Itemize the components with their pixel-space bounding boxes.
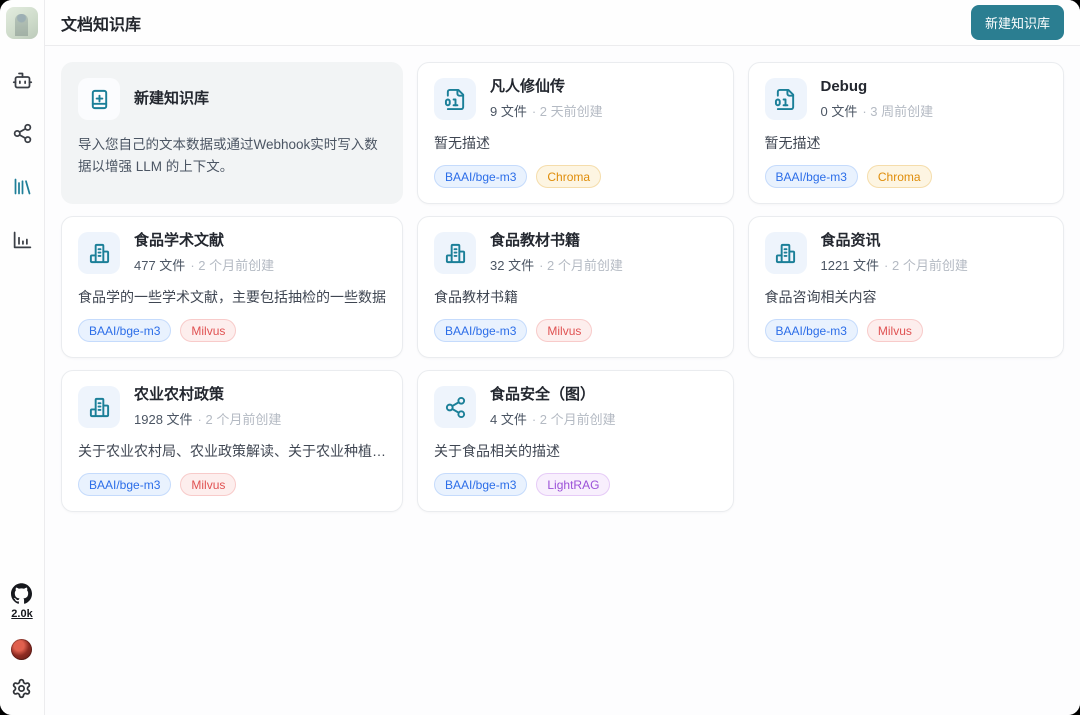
kb-tags: BAAI/bge-m3 Milvus bbox=[78, 473, 386, 496]
kb-created-at: · 2 个月前创建 bbox=[884, 258, 968, 273]
kb-tag: Chroma bbox=[536, 165, 601, 188]
kb-meta: 32 文件 · 2 个月前创建 bbox=[490, 255, 623, 274]
kb-description: 关于食品相关的描述 bbox=[434, 441, 717, 461]
create-card-description: 导入您自己的文本数据或通过Webhook实时写入数据以增强 LLM 的上下文。 bbox=[78, 134, 386, 177]
kb-description: 关于农业农村局、农业政策解读、关于农业种植… bbox=[78, 441, 386, 461]
kb-file-count: 4 文件 bbox=[490, 412, 527, 427]
kb-description: 食品咨询相关内容 bbox=[765, 287, 1048, 307]
sidebar-item-knowledge-base[interactable] bbox=[11, 175, 33, 197]
file-digit-icon bbox=[765, 78, 807, 120]
kb-file-count: 9 文件 bbox=[490, 104, 527, 119]
knowledge-base-card[interactable]: 食品资讯 1221 文件 · 2 个月前创建食品咨询相关内容 BAAI/bge-m3 M… bbox=[748, 216, 1065, 358]
kb-title: 凡人修仙传 bbox=[490, 78, 603, 97]
kb-tags: BAAI/bge-m3 Chroma bbox=[434, 165, 717, 188]
kb-tag: BAAI/bge-m3 bbox=[78, 319, 171, 342]
kb-tags: BAAI/bge-m3 LightRAG bbox=[434, 473, 717, 496]
create-card-title: 新建知识库 bbox=[134, 90, 209, 109]
kb-tag: Milvus bbox=[536, 319, 592, 342]
kb-tag: Milvus bbox=[180, 473, 236, 496]
create-knowledge-base-card[interactable]: 新建知识库 导入您自己的文本数据或通过Webhook实时写入数据以增强 LLM … bbox=[61, 62, 403, 204]
kb-file-count: 1928 文件 bbox=[134, 412, 193, 427]
kb-file-count: 0 文件 bbox=[821, 104, 858, 119]
kb-created-at: · 3 周前创建 bbox=[862, 104, 933, 119]
knowledge-base-card[interactable]: 食品安全（图） 4 文件 · 2 个月前创建关于食品相关的描述 BAAI/bge-m3… bbox=[417, 370, 734, 512]
kb-created-at: · 2 天前创建 bbox=[532, 104, 603, 119]
knowledge-base-card[interactable]: 食品学术文献 477 文件 · 2 个月前创建食品学的一些学术文献，主要包括抽检的一… bbox=[61, 216, 403, 358]
kb-title: 农业农村政策 bbox=[134, 386, 281, 405]
kb-title: Debug bbox=[821, 78, 934, 97]
kb-tag: BAAI/bge-m3 bbox=[434, 165, 527, 188]
kb-file-count: 477 文件 bbox=[134, 258, 185, 273]
share-icon bbox=[12, 123, 33, 144]
kb-tags: BAAI/bge-m3 Milvus bbox=[434, 319, 717, 342]
kb-meta: 1221 文件 · 2 个月前创建 bbox=[821, 255, 968, 274]
kb-file-count: 1221 文件 bbox=[821, 258, 880, 273]
sidebar-bottom: 2.0k bbox=[11, 583, 32, 699]
sidebar-item-analytics[interactable] bbox=[11, 228, 33, 250]
kb-meta: 477 文件 · 2 个月前创建 bbox=[134, 255, 274, 274]
kb-tag: BAAI/bge-m3 bbox=[765, 319, 858, 342]
kb-tag: BAAI/bge-m3 bbox=[78, 473, 171, 496]
kb-tags: BAAI/bge-m3 Milvus bbox=[765, 319, 1048, 342]
bot-icon bbox=[12, 70, 33, 91]
library-building-icon bbox=[78, 232, 120, 274]
kb-description: 暂无描述 bbox=[434, 133, 717, 153]
kb-tag: Milvus bbox=[867, 319, 923, 342]
kb-meta: 9 文件 · 2 天前创建 bbox=[490, 101, 603, 120]
kb-created-at: · 2 个月前创建 bbox=[190, 258, 274, 273]
kb-created-at: · 2 个月前创建 bbox=[539, 258, 623, 273]
kb-description: 食品学的一些学术文献，主要包括抽检的一些数据 bbox=[78, 287, 386, 307]
kb-file-count: 32 文件 bbox=[490, 258, 534, 273]
knowledge-base-card[interactable]: Debug 0 文件 · 3 周前创建暂无描述 BAAI/bge-m3 Chroma bbox=[748, 62, 1065, 204]
kb-meta: 1928 文件 · 2 个月前创建 bbox=[134, 409, 281, 428]
book-plus-icon bbox=[78, 78, 120, 120]
page-title: 文档知识库 bbox=[61, 11, 141, 35]
share-graph-icon bbox=[434, 386, 476, 428]
sidebar: 2.0k bbox=[0, 0, 45, 715]
new-knowledge-base-button[interactable]: 新建知识库 bbox=[971, 5, 1064, 40]
library-building-icon bbox=[78, 386, 120, 428]
kb-tag: BAAI/bge-m3 bbox=[434, 319, 527, 342]
library-building-icon bbox=[434, 232, 476, 274]
community-logo-icon[interactable] bbox=[11, 639, 32, 660]
kb-title: 食品安全（图） bbox=[490, 386, 616, 405]
knowledge-base-card[interactable]: 食品教材书籍32 文件· 2 个月前创建食品教材书籍BAAI/bge-m3Mil… bbox=[417, 216, 734, 358]
chart-icon bbox=[12, 229, 33, 250]
settings-gear-icon[interactable] bbox=[11, 678, 32, 699]
kb-title: 食品资讯 bbox=[821, 232, 968, 251]
knowledge-base-card[interactable]: 农业农村政策 1928 文件 · 2 个月前创建关于农业农村局、农业政策解读、关于农… bbox=[61, 370, 403, 512]
kb-title: 食品学术文献 bbox=[134, 232, 274, 251]
app-window: 2.0k 文档知识库 新建知识库 新建知识库 bbox=[0, 0, 1080, 715]
kb-description: 暂无描述 bbox=[765, 133, 1048, 153]
page-header: 文档知识库 新建知识库 bbox=[45, 0, 1080, 46]
github-star-count[interactable]: 2.0k bbox=[11, 608, 32, 620]
kb-meta: 0 文件 · 3 周前创建 bbox=[821, 101, 934, 120]
kb-description: 食品教材书籍 bbox=[434, 287, 717, 307]
library-building-icon bbox=[765, 232, 807, 274]
content-area: 文档知识库 新建知识库 新建知识库 导入您自己的文本数据或通过Webhook实时… bbox=[45, 0, 1080, 715]
kb-tags: BAAI/bge-m3 Milvus bbox=[78, 319, 386, 342]
kb-tag: BAAI/bge-m3 bbox=[434, 473, 527, 496]
knowledge-base-card[interactable]: 凡人修仙传 9 文件 · 2 天前创建暂无描述 BAAI/bge-m3 Chroma bbox=[417, 62, 734, 204]
file-digit-icon bbox=[434, 78, 476, 120]
sidebar-item-assistant[interactable] bbox=[11, 69, 33, 91]
app-logo-avatar[interactable] bbox=[6, 7, 38, 39]
kb-tag: Milvus bbox=[180, 319, 236, 342]
kb-created-at: · 2 个月前创建 bbox=[198, 412, 282, 427]
sidebar-nav bbox=[11, 69, 33, 250]
kb-tag: Chroma bbox=[867, 165, 932, 188]
library-icon bbox=[12, 176, 33, 197]
kb-created-at: · 2 个月前创建 bbox=[532, 412, 616, 427]
kb-tag: LightRAG bbox=[536, 473, 610, 496]
github-icon[interactable] bbox=[11, 583, 32, 604]
kb-title: 食品教材书籍 bbox=[490, 232, 623, 251]
sidebar-item-workflow[interactable] bbox=[11, 122, 33, 144]
kb-meta: 4 文件 · 2 个月前创建 bbox=[490, 409, 616, 428]
knowledge-base-list: 新建知识库 导入您自己的文本数据或通过Webhook实时写入数据以增强 LLM … bbox=[45, 46, 1080, 715]
kb-tags: BAAI/bge-m3 Chroma bbox=[765, 165, 1048, 188]
kb-tag: BAAI/bge-m3 bbox=[765, 165, 858, 188]
